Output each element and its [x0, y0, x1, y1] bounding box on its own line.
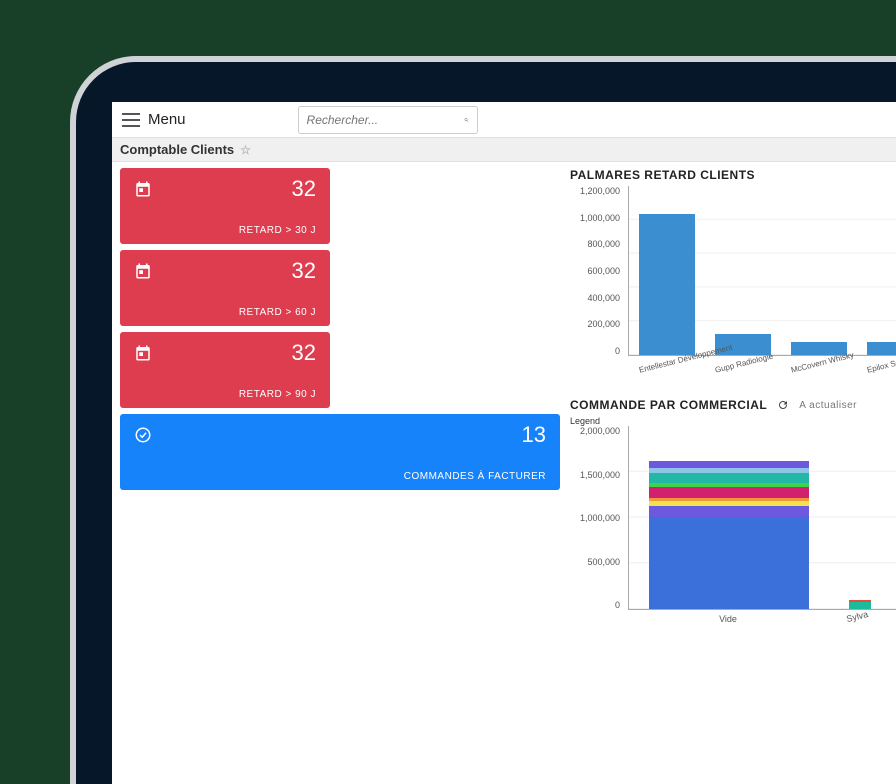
chart-title: PALMARES RETARD CLIENTS [570, 168, 896, 182]
bar-segment [649, 490, 809, 498]
calendar-icon [134, 344, 152, 362]
y-axis: 1,200,000 1,000,000 800,000 600,000 400,… [570, 186, 624, 356]
plot [628, 426, 896, 610]
search-input[interactable] [307, 113, 464, 127]
x-tick-label: Entellestar Développement [638, 352, 700, 395]
y-axis: 2,000,000 1,500,000 1,000,000 500,000 0 [570, 426, 624, 610]
calendar-icon [134, 180, 152, 198]
card-retard-90[interactable]: 32 RETARD > 90 J [120, 332, 330, 408]
x-axis-labels: VideSylva [628, 614, 896, 636]
stacked-bar[interactable] [849, 600, 871, 609]
breadcrumb-title: Comptable Clients [120, 142, 234, 157]
x-tick-label: Sylva [845, 609, 872, 636]
card-retard-60[interactable]: 32 RETARD > 60 J [120, 250, 330, 326]
favorite-star-icon[interactable]: ☆ [240, 143, 251, 157]
hamburger-icon [122, 113, 140, 127]
refresh-icon[interactable] [777, 399, 789, 411]
chart-title: COMMANDE PAR COMMERCIAL A actualiser [570, 398, 896, 412]
chart-area: Legend 2,000,000 1,500,000 1,000,000 500… [570, 416, 896, 636]
x-tick-label: Epilox Soluti [866, 352, 896, 395]
refresh-label[interactable]: A actualiser [799, 400, 857, 411]
bar[interactable] [867, 342, 896, 355]
charts-column: PALMARES RETARD CLIENTS 1,200,000 1,000,… [570, 168, 896, 778]
bar-segment [649, 506, 809, 517]
chart-palmares: PALMARES RETARD CLIENTS 1,200,000 1,000,… [570, 168, 896, 386]
chart-commande-commercial: COMMANDE PAR COMMERCIAL A actualiser Leg… [570, 398, 896, 636]
card-label: COMMANDES À FACTURER [404, 471, 546, 482]
card-retard-30[interactable]: 32 RETARD > 30 J [120, 168, 330, 244]
bar[interactable] [639, 214, 695, 355]
plot [628, 186, 896, 356]
legend-label: Legend [570, 416, 600, 426]
card-value: 32 [292, 176, 316, 202]
calendar-icon [134, 262, 152, 280]
x-tick-label: McCovern Whisky [790, 352, 852, 395]
x-tick-label: Vide [648, 614, 808, 636]
search-box[interactable] [298, 106, 478, 134]
card-label: RETARD > 90 J [239, 389, 316, 400]
stacked-bar[interactable] [649, 461, 809, 609]
bar-segment [649, 473, 809, 483]
topbar: Menu [112, 102, 896, 138]
bar-segment [649, 517, 809, 609]
check-circle-icon [134, 426, 152, 444]
card-commandes-facturer[interactable]: 13 COMMANDES À FACTURER [120, 414, 560, 490]
app-screen: Menu Comptable Clients ☆ 32 RETARD [112, 102, 896, 784]
cards-column: 32 RETARD > 30 J 32 RETARD > 60 J 32 RET… [120, 168, 560, 778]
search-icon [464, 113, 469, 127]
menu-label: Menu [148, 111, 186, 128]
bar-segment [849, 602, 871, 609]
card-value: 32 [292, 340, 316, 366]
breadcrumb-bar: Comptable Clients ☆ [112, 138, 896, 162]
card-label: RETARD > 60 J [239, 307, 316, 318]
content-area: 32 RETARD > 30 J 32 RETARD > 60 J 32 RET… [112, 162, 896, 784]
card-value: 13 [522, 422, 546, 448]
menu-button[interactable]: Menu [122, 111, 186, 128]
chart-area: 1,200,000 1,000,000 800,000 600,000 400,… [570, 186, 896, 386]
card-value: 32 [292, 258, 316, 284]
x-tick-label: Gupp Radiologie [714, 352, 776, 395]
x-axis-labels: Entellestar DéveloppementGupp Radiologie… [628, 356, 896, 386]
device-frame: Menu Comptable Clients ☆ 32 RETARD [76, 62, 896, 784]
card-label: RETARD > 30 J [239, 225, 316, 236]
